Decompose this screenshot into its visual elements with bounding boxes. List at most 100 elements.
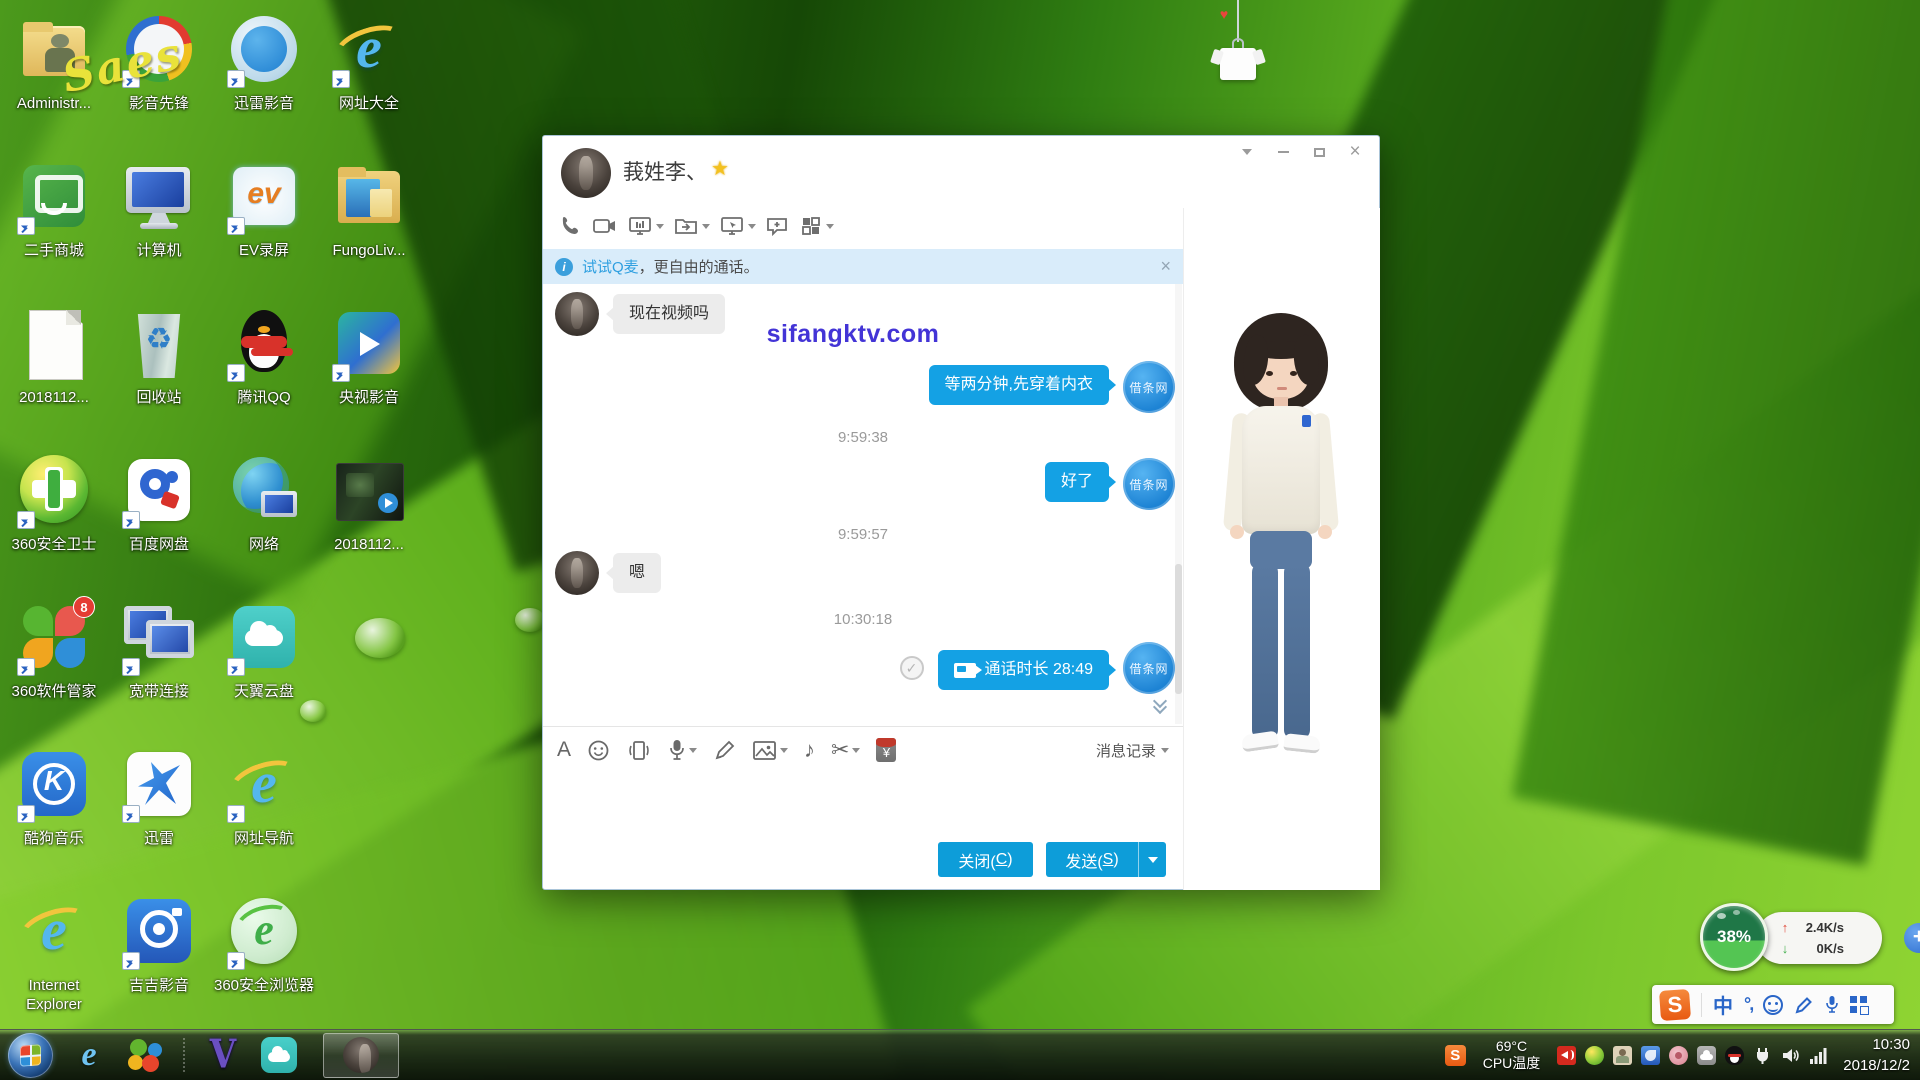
- msg-time-text: 9:59:38: [838, 429, 888, 446]
- music-icon[interactable]: ♪: [804, 739, 815, 761]
- dropdown-caret-icon[interactable]: [748, 224, 756, 229]
- window-menu-caret-icon[interactable]: [1239, 144, 1255, 160]
- red-packet-icon[interactable]: ¥: [876, 738, 896, 762]
- self-avatar-badge[interactable]: 借条网: [1123, 361, 1175, 413]
- handwriting-pen-icon[interactable]: [1794, 995, 1814, 1015]
- screen-share-icon[interactable]: [627, 214, 664, 238]
- desktop-icon[interactable]: 8 360软件管家: [2, 600, 106, 702]
- scroll-to-bottom-icon[interactable]: [1153, 698, 1169, 714]
- call-record-message[interactable]: ✓ 通话时长 28:49 借条网: [543, 642, 1175, 694]
- taskbar-ie-icon[interactable]: e: [68, 1033, 110, 1078]
- desktop-icon[interactable]: 计算机: [107, 159, 211, 261]
- desktop-icon[interactable]: 迅雷: [107, 747, 211, 849]
- apps-grid-icon[interactable]: [799, 214, 834, 238]
- notice-close-icon[interactable]: ×: [1160, 256, 1171, 277]
- dropdown-caret-icon[interactable]: [702, 224, 710, 229]
- desktop-icon[interactable]: ev EV录屏: [212, 159, 316, 261]
- message-scrollbar[interactable]: [1175, 284, 1182, 724]
- send-file-icon[interactable]: [673, 214, 710, 238]
- voice-input-icon[interactable]: [1825, 995, 1839, 1015]
- punctuation-icon[interactable]: °,: [1744, 994, 1752, 1015]
- desktop-icon[interactable]: ♻ 回收站: [107, 306, 211, 408]
- desktop-icon[interactable]: 2018112...: [317, 453, 421, 555]
- create-group-icon[interactable]: [765, 214, 790, 238]
- qmic-link[interactable]: 试试Q麦: [582, 256, 639, 277]
- peer-message-avatar[interactable]: [555, 292, 599, 336]
- image-icon[interactable]: [752, 739, 788, 762]
- desktop-icon[interactable]: 央视影音: [317, 306, 421, 408]
- tray-360-icon[interactable]: [1585, 1046, 1604, 1065]
- close-chat-button[interactable]: 关闭(C): [938, 842, 1033, 877]
- dropdown-caret-icon[interactable]: [656, 224, 664, 229]
- desktop-icon[interactable]: K 酷狗音乐: [2, 747, 106, 849]
- screenshot-scissors-icon[interactable]: ✂: [831, 739, 860, 761]
- memory-ball[interactable]: 38%: [1700, 903, 1768, 971]
- outgoing-message[interactable]: 好了 借条网: [543, 458, 1175, 510]
- volume-icon[interactable]: [1781, 1046, 1800, 1065]
- tray-doctor-icon[interactable]: [1613, 1046, 1632, 1065]
- desktop-icon[interactable]: e 网址导航: [212, 747, 316, 849]
- desktop-icon[interactable]: 腾讯QQ: [212, 306, 316, 408]
- desktop-icon[interactable]: 360安全卫士: [2, 453, 106, 555]
- tray-media-icon[interactable]: [1557, 1046, 1576, 1065]
- close-button[interactable]: ×: [1347, 144, 1363, 160]
- dropdown-caret-icon[interactable]: [826, 224, 834, 229]
- chinese-mode-icon[interactable]: 中: [1713, 990, 1733, 1019]
- tray-power-plug-icon[interactable]: [1753, 1046, 1772, 1065]
- handwriting-icon[interactable]: [713, 739, 736, 762]
- dropdown-caret-icon[interactable]: [852, 748, 860, 753]
- sogou-logo-icon[interactable]: S: [1659, 988, 1691, 1020]
- start-button[interactable]: [8, 1033, 53, 1078]
- tray-cloud-icon[interactable]: [1697, 1046, 1716, 1065]
- dropdown-caret-icon[interactable]: [780, 748, 788, 753]
- desktop-icon[interactable]: e 360安全浏览器: [212, 894, 316, 996]
- self-avatar-badge[interactable]: 借条网: [1123, 642, 1175, 694]
- taskbar-sogou-browser-icon[interactable]: [124, 1033, 166, 1078]
- tray-pcmanager-icon[interactable]: [1641, 1046, 1660, 1065]
- sogou-tray-icon[interactable]: S: [1445, 1045, 1466, 1066]
- desktop-icon[interactable]: 2018112...: [2, 306, 106, 408]
- qq-show-tshirt-ornament[interactable]: ♥: [1206, 0, 1270, 100]
- voice-call-icon[interactable]: [559, 214, 583, 238]
- taskbar-active-chat-button[interactable]: [323, 1033, 399, 1078]
- outgoing-message[interactable]: 等两分钟,先穿着内衣 借条网: [543, 361, 1175, 413]
- self-avatar-badge[interactable]: 借条网: [1123, 458, 1175, 510]
- minimize-button[interactable]: [1275, 144, 1291, 160]
- tray-qq-icon[interactable]: [1725, 1046, 1744, 1065]
- emoji-picker-icon[interactable]: [1763, 995, 1783, 1015]
- desktop-icon[interactable]: 二手商城: [2, 159, 106, 261]
- desktop-icon[interactable]: 迅雷影音: [212, 12, 316, 114]
- remote-assist-icon[interactable]: [719, 214, 756, 238]
- send-options-caret[interactable]: [1138, 842, 1166, 877]
- qq-show-avatar-girl[interactable]: [1206, 313, 1356, 793]
- desktop-icon[interactable]: 吉吉影音: [107, 894, 211, 996]
- network-signal-icon[interactable]: [1809, 1046, 1828, 1065]
- toolbox-grid-icon[interactable]: [1850, 996, 1868, 1014]
- incoming-message[interactable]: 嗯: [555, 551, 1183, 595]
- scrollbar-thumb[interactable]: [1175, 564, 1182, 694]
- tray-clock[interactable]: 10:30 2018/12/2: [1843, 1034, 1910, 1076]
- peer-message-avatar[interactable]: [555, 551, 599, 595]
- taskbar-vidown-icon[interactable]: V: [202, 1033, 244, 1078]
- taskbar-cloud-icon[interactable]: [258, 1033, 300, 1078]
- video-call-icon[interactable]: [592, 214, 618, 238]
- sogou-ime-bar[interactable]: S 中 °,: [1652, 985, 1894, 1024]
- message-history-button[interactable]: 消息记录: [1096, 740, 1169, 761]
- window-shake-icon[interactable]: [626, 739, 652, 762]
- font-style-icon[interactable]: A: [557, 738, 571, 762]
- desktop-icon[interactable]: e Internet Explorer: [2, 894, 106, 1015]
- desktop-icon[interactable]: 天翼云盘: [212, 600, 316, 702]
- send-button[interactable]: 发送(S): [1046, 842, 1138, 877]
- desktop-icon[interactable]: 网络: [212, 453, 316, 555]
- peer-avatar[interactable]: [561, 148, 611, 198]
- desktop-icon[interactable]: 宽带连接: [107, 600, 211, 702]
- voice-message-icon[interactable]: [668, 738, 697, 762]
- emoji-icon[interactable]: [587, 739, 610, 762]
- maximize-button[interactable]: [1311, 144, 1327, 160]
- desktop-icon[interactable]: 百度网盘: [107, 453, 211, 555]
- desktop-icon[interactable]: FungoLiv...: [317, 159, 421, 261]
- dropdown-caret-icon[interactable]: [689, 748, 697, 753]
- desktop-icon[interactable]: e 网址大全: [317, 12, 421, 114]
- message-list[interactable]: 现在视频吗 sifangktv.com 等两分钟,先穿着内衣 借条网 9:59:…: [543, 284, 1183, 724]
- tray-plum-icon[interactable]: [1669, 1046, 1688, 1065]
